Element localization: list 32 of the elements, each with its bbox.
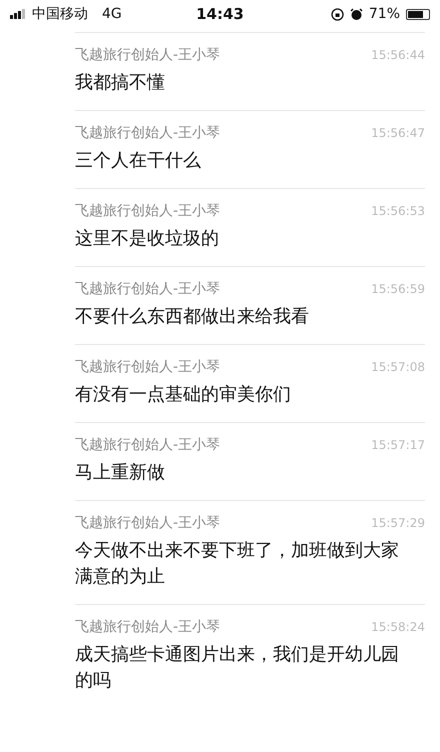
message-text: 我都搞不懂: [75, 71, 166, 95]
message-text: 今天做不出来不要下班了，加班做到大家满意的为止: [75, 539, 400, 589]
message-time: 15:57:17: [371, 438, 425, 452]
message-time: 15:56:59: [371, 282, 425, 296]
sender-name: 飞越旅行创始人-王小琴: [75, 436, 220, 454]
message-text: 不要什么东西都做出来给我看: [75, 305, 310, 329]
message-time: 15:57:29: [371, 516, 425, 530]
message-time: 15:56:44: [371, 48, 425, 62]
message-text: 这里不是收垃圾的: [75, 227, 220, 251]
message-time: 15:56:47: [371, 126, 425, 140]
rotation-lock-icon: [330, 8, 344, 20]
carrier-name: 中国移动: [32, 5, 88, 23]
battery-icon: [406, 8, 430, 20]
battery-percent: 71%: [368, 6, 400, 22]
alarm-icon: [350, 8, 363, 20]
network-type: 4G: [102, 6, 122, 22]
sender-name: 飞越旅行创始人-王小琴: [75, 202, 220, 220]
message-text: 成天搞些卡通图片出来，我们是开幼儿园的吗: [75, 643, 400, 693]
message-text: 有没有一点基础的审美你们: [75, 383, 292, 407]
clock-time: 14:43: [196, 5, 244, 23]
message-time: 15:58:24: [371, 620, 425, 634]
sender-name: 飞越旅行创始人-王小琴: [75, 358, 220, 376]
message-text: 三个人在干什么: [75, 149, 202, 173]
sender-name: 飞越旅行创始人-王小琴: [75, 618, 220, 636]
message-text: 马上重新做: [75, 461, 166, 485]
sender-name: 飞越旅行创始人-王小琴: [75, 124, 220, 142]
message-time: 15:56:53: [371, 204, 425, 218]
sender-name: 飞越旅行创始人-王小琴: [75, 280, 220, 298]
sender-name: 飞越旅行创始人-王小琴: [75, 514, 220, 532]
signal-icon: [10, 9, 26, 19]
message-time: 15:57:08: [371, 360, 425, 374]
sender-name: 飞越旅行创始人-王小琴: [75, 46, 220, 64]
